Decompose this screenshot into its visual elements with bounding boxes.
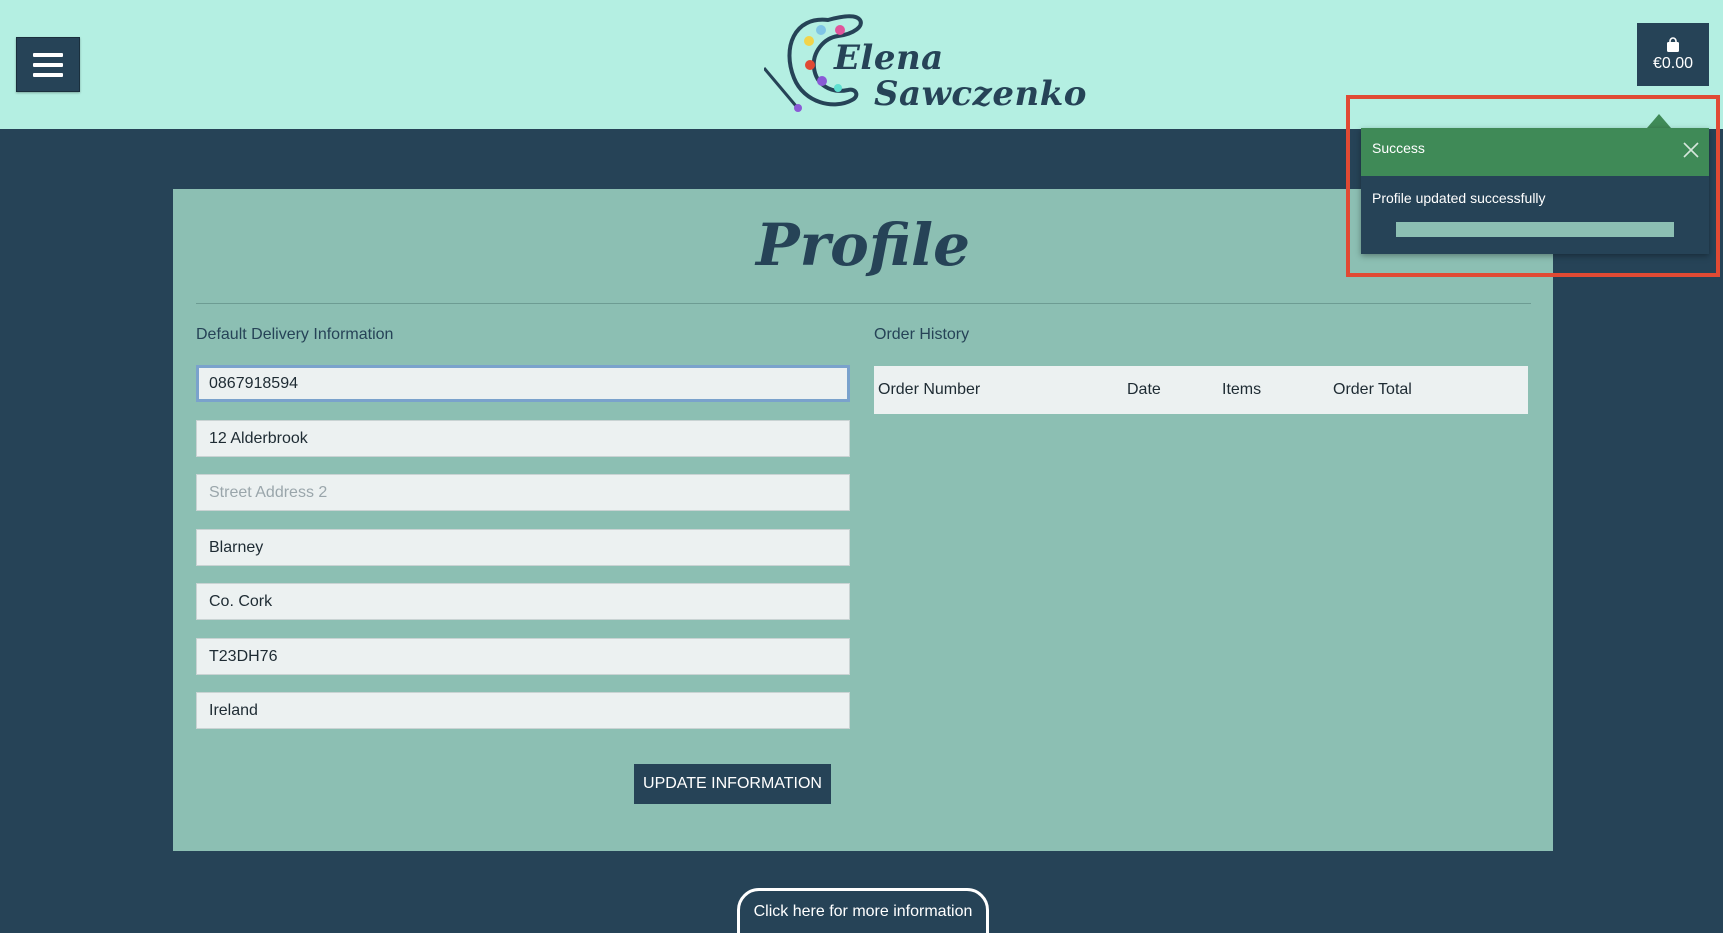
close-icon[interactable] xyxy=(1681,140,1701,160)
country-field[interactable] xyxy=(196,692,850,729)
cart-total: €0.00 xyxy=(1652,54,1694,72)
update-information-button[interactable]: UPDATE INFORMATION xyxy=(634,764,831,804)
town-field[interactable] xyxy=(196,529,850,566)
toast-arrow xyxy=(1647,114,1671,128)
order-history-label: Order History xyxy=(874,326,970,343)
order-history-table: Order Number Date Items Order Total xyxy=(874,366,1528,414)
toast-message: Profile updated successfully xyxy=(1372,190,1546,206)
hamburger-icon-bar xyxy=(33,72,63,77)
success-toast: Success Profile updated successfully xyxy=(1361,128,1709,254)
profile-card: Profile Default Delivery Information Ord… xyxy=(173,189,1553,851)
logo-text-last: Sawczenko xyxy=(874,74,1087,114)
column-header-items: Items xyxy=(1222,381,1262,398)
delivery-info-label: Default Delivery Information xyxy=(196,326,394,343)
column-header-order-number: Order Number xyxy=(878,381,981,398)
more-information-button[interactable]: Click here for more information xyxy=(737,888,989,933)
cart-button[interactable]: €0.00 xyxy=(1637,23,1709,86)
logo-text-first: Elena xyxy=(834,38,944,78)
menu-button[interactable] xyxy=(16,37,80,92)
shopping-bag-icon xyxy=(1667,36,1679,52)
column-header-date: Date xyxy=(1127,381,1161,398)
toast-title: Success xyxy=(1372,140,1425,156)
postcode-field[interactable] xyxy=(196,638,850,675)
divider xyxy=(196,303,1531,304)
phone-field[interactable] xyxy=(196,365,850,402)
county-field[interactable] xyxy=(196,583,850,620)
street-address-2-field[interactable] xyxy=(196,474,850,511)
toast-progress-bar xyxy=(1396,222,1674,237)
street-address-1-field[interactable] xyxy=(196,420,850,457)
hamburger-icon xyxy=(33,52,63,57)
hamburger-icon-bar xyxy=(33,62,63,67)
toast-header: Success xyxy=(1361,128,1709,176)
site-logo[interactable]: Elena Sawczenko xyxy=(762,8,1086,120)
column-header-order-total: Order Total xyxy=(1333,381,1412,398)
